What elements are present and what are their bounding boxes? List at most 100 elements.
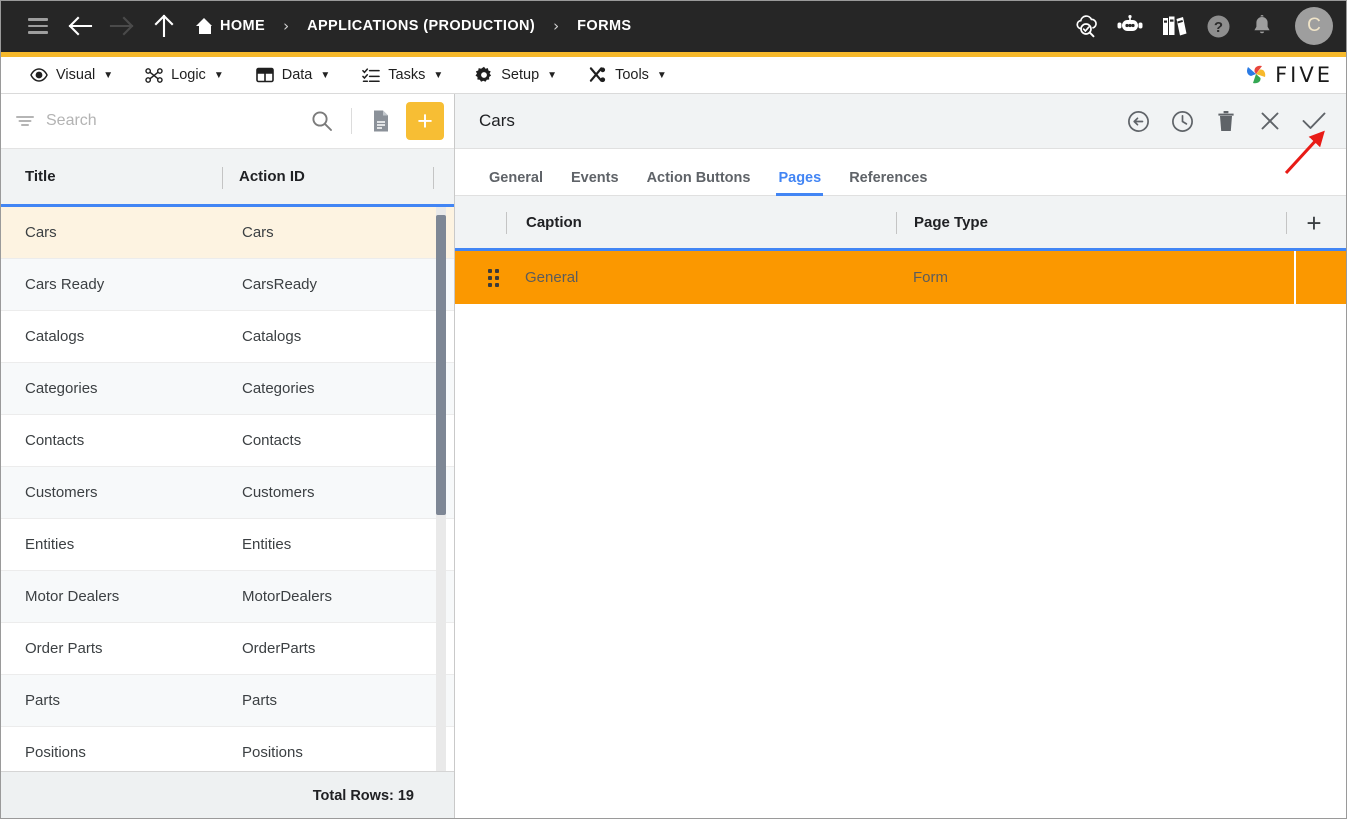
document-icon[interactable] bbox=[366, 106, 396, 136]
detail-panel: Cars General Events Action Buttons Pages… bbox=[455, 94, 1347, 819]
eye-glyph bbox=[30, 68, 48, 82]
topnav-right-group: ? C bbox=[1071, 7, 1333, 45]
cell-action-id: Cars bbox=[242, 224, 274, 241]
menu-item-data[interactable]: Data ▼ bbox=[240, 57, 347, 93]
breadcrumb-item-applications[interactable]: APPLICATIONS (PRODUCTION) bbox=[305, 14, 537, 38]
tab-general[interactable]: General bbox=[475, 169, 557, 196]
column-separator-2[interactable] bbox=[433, 167, 434, 189]
avatar-initial: C bbox=[1307, 15, 1321, 36]
save-check-icon[interactable] bbox=[1301, 108, 1327, 134]
list-body[interactable]: Cars Cars Cars Ready CarsReady Catalogs … bbox=[0, 207, 454, 771]
checkmark-glyph bbox=[1302, 112, 1326, 129]
toolbar-divider bbox=[351, 108, 352, 134]
robot-assistant-icon[interactable] bbox=[1115, 11, 1145, 41]
back-arrow-icon[interactable] bbox=[60, 6, 100, 46]
top-navigation-bar: HOME › APPLICATIONS (PRODUCTION) › FORMS bbox=[0, 0, 1347, 52]
list-item[interactable]: Entities Entities bbox=[0, 519, 454, 571]
list-scrollbar-thumb[interactable] bbox=[436, 215, 446, 515]
menu-item-tasks[interactable]: Tasks ▼ bbox=[346, 57, 459, 93]
grid-column-separator-0[interactable] bbox=[506, 212, 507, 234]
list-item[interactable]: Parts Parts bbox=[0, 675, 454, 727]
column-separator-1[interactable] bbox=[222, 167, 223, 189]
list-scrollbar[interactable] bbox=[436, 207, 446, 771]
list-item[interactable]: Cars Cars bbox=[0, 207, 454, 259]
up-arrow-icon[interactable] bbox=[144, 6, 184, 46]
breadcrumb-item-home[interactable]: HOME bbox=[194, 14, 267, 38]
search-input[interactable] bbox=[46, 112, 297, 130]
menu-label-data: Data bbox=[281, 67, 313, 83]
list-column-header-action-id[interactable]: Action ID bbox=[239, 168, 305, 185]
breadcrumb-separator-2: › bbox=[553, 17, 560, 35]
cell-title: Parts bbox=[25, 692, 61, 709]
bell-glyph bbox=[1254, 15, 1270, 34]
cell-title: Catalogs bbox=[25, 328, 85, 345]
app-window: HOME › APPLICATIONS (PRODUCTION) › FORMS bbox=[0, 0, 1347, 819]
delete-icon[interactable] bbox=[1213, 108, 1239, 134]
breadcrumb-label-home: HOME bbox=[220, 18, 266, 34]
list-column-header-title[interactable]: Title bbox=[25, 168, 56, 185]
list-item[interactable]: Categories Categories bbox=[0, 363, 454, 415]
revert-glyph bbox=[1127, 110, 1149, 132]
cloud-check-icon[interactable] bbox=[1071, 11, 1101, 41]
cell-action-id: OrderParts bbox=[242, 640, 316, 657]
list-item[interactable]: Motor Dealers MotorDealers bbox=[0, 571, 454, 623]
pages-grid-header: Caption Page Type + bbox=[455, 196, 1347, 251]
history-clock-glyph bbox=[1171, 110, 1193, 132]
cell-action-id: CarsReady bbox=[242, 276, 318, 293]
menu-item-tools[interactable]: Tools ▼ bbox=[573, 57, 683, 93]
breadcrumb-label-forms: FORMS bbox=[577, 18, 632, 34]
menu-item-visual[interactable]: Visual ▼ bbox=[14, 57, 129, 93]
history-icon[interactable] bbox=[1169, 108, 1195, 134]
cell-page-type: Form bbox=[913, 269, 948, 286]
table-row[interactable]: General Form bbox=[455, 251, 1347, 304]
cell-title: Motor Dealers bbox=[25, 588, 120, 605]
grid-column-separator-2[interactable] bbox=[1286, 212, 1287, 234]
add-record-button[interactable]: + bbox=[406, 102, 444, 140]
grid-column-separator-1[interactable] bbox=[896, 212, 897, 234]
books-glyph bbox=[1163, 16, 1187, 36]
list-item[interactable]: Catalogs Catalogs bbox=[0, 311, 454, 363]
tab-pages[interactable]: Pages bbox=[764, 170, 835, 196]
list-item[interactable]: Customers Customers bbox=[0, 467, 454, 519]
close-icon[interactable] bbox=[1257, 108, 1283, 134]
list-item[interactable]: Positions Positions bbox=[0, 727, 454, 771]
row-column-divider bbox=[1294, 251, 1296, 304]
grid-column-header-page-type[interactable]: Page Type bbox=[914, 214, 988, 231]
cell-title: Entities bbox=[25, 536, 75, 553]
close-x-glyph bbox=[1261, 112, 1279, 130]
grid-column-header-caption[interactable]: Caption bbox=[526, 214, 582, 231]
list-item[interactable]: Cars Ready CarsReady bbox=[0, 259, 454, 311]
breadcrumb-separator-1: › bbox=[283, 17, 290, 35]
detail-header: Cars bbox=[455, 94, 1347, 149]
tab-label-events: Events bbox=[571, 169, 619, 186]
menu-label-tools: Tools bbox=[615, 67, 649, 83]
drag-handle-icon[interactable] bbox=[488, 269, 501, 287]
filter-icon[interactable] bbox=[14, 110, 36, 132]
menu-item-setup[interactable]: Setup ▼ bbox=[459, 57, 573, 93]
tab-action-buttons[interactable]: Action Buttons bbox=[633, 170, 765, 196]
revert-icon[interactable] bbox=[1125, 108, 1151, 134]
books-library-icon[interactable] bbox=[1159, 11, 1189, 41]
hamburger-menu-icon[interactable] bbox=[18, 6, 58, 46]
user-avatar[interactable]: C bbox=[1295, 7, 1333, 45]
add-page-button[interactable]: + bbox=[1301, 210, 1327, 236]
cell-title: Categories bbox=[25, 380, 98, 397]
list-item[interactable]: Order Parts OrderParts bbox=[0, 623, 454, 675]
flow-icon bbox=[145, 66, 163, 84]
menu-item-logic[interactable]: Logic ▼ bbox=[129, 57, 240, 93]
search-glyph bbox=[312, 111, 332, 131]
chevron-down-icon-visual: ▼ bbox=[103, 69, 114, 81]
gear-icon bbox=[475, 66, 493, 84]
breadcrumb-item-forms[interactable]: FORMS bbox=[575, 14, 633, 38]
forward-arrow-icon[interactable] bbox=[102, 6, 142, 46]
tab-events[interactable]: Events bbox=[557, 169, 633, 196]
help-icon[interactable]: ? bbox=[1203, 11, 1233, 41]
search-icon[interactable] bbox=[307, 106, 337, 136]
cell-title: Contacts bbox=[25, 432, 85, 449]
tab-references[interactable]: References bbox=[835, 170, 941, 196]
tasks-glyph bbox=[362, 68, 381, 83]
list-item[interactable]: Contacts Contacts bbox=[0, 415, 454, 467]
total-rows-label: Total Rows: 19 bbox=[312, 787, 414, 804]
tab-label-general: General bbox=[489, 169, 543, 186]
bell-notification-icon[interactable] bbox=[1247, 11, 1277, 41]
